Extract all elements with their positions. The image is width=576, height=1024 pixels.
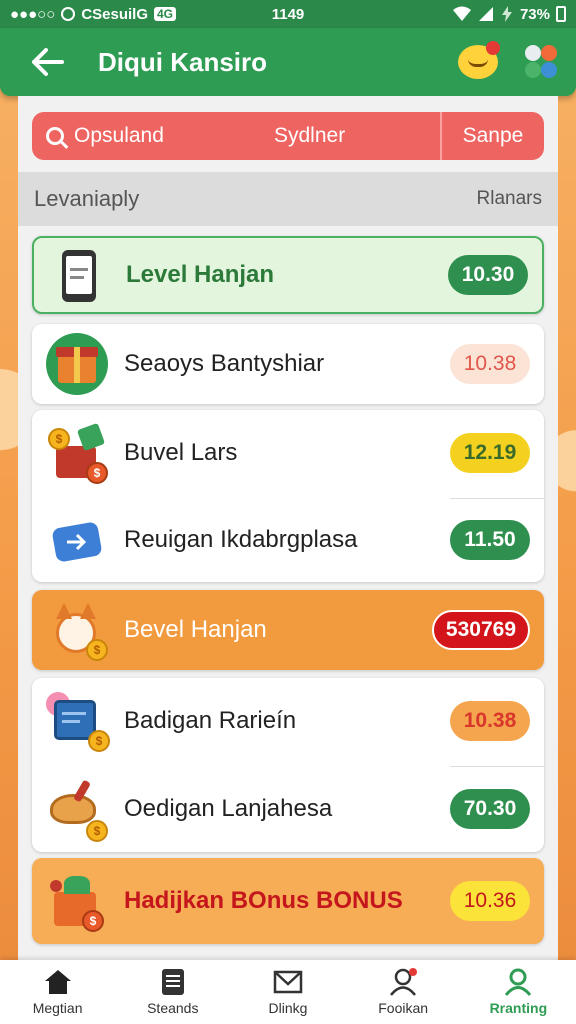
signal-dots: ●●●○○ — [10, 5, 56, 23]
filter-middle-label: Sydlner — [274, 124, 346, 147]
filter-right-label: Sanpe — [462, 124, 524, 147]
network-badge: 4G — [154, 7, 177, 21]
profile-icon — [505, 968, 532, 996]
user-icon — [390, 968, 418, 996]
nav-label: Dlinkg — [268, 1000, 308, 1016]
flower-menu-icon[interactable] — [524, 45, 558, 79]
nav-label: Steands — [147, 1000, 199, 1016]
row-name: Badigan Rarieín — [124, 707, 297, 734]
list-header-right[interactable]: Rlanars — [477, 188, 542, 210]
list-header: Levaniaply Rlanars — [18, 172, 558, 226]
phone-icon — [48, 244, 110, 306]
row-value-badge: 10.30 — [448, 255, 528, 295]
carrier-name: CSesuilG — [81, 5, 148, 23]
home-icon — [44, 970, 71, 994]
row-value-badge: 12.19 — [450, 433, 530, 473]
row-name: Reuigan Ikdabrgplasa — [124, 526, 358, 553]
list-item[interactable]: $ $ Buvel Lars 12.19 — [32, 414, 544, 492]
nav-item-list[interactable]: Steands — [118, 968, 228, 1016]
nav-label: Fooikan — [378, 1000, 429, 1016]
list-item[interactable]: Reuigan Ikdabrgplasa 11.50 — [32, 500, 544, 580]
row-name: Level Hanjan — [126, 261, 275, 288]
status-bar: ●●●○○ CSesuilG 4G 1149 73% — [0, 0, 576, 28]
nav-label: Rranting — [489, 1000, 548, 1016]
bonus-gift-icon: $ — [46, 870, 108, 932]
row-name: Bevel Hanjan — [124, 616, 267, 643]
nav-item-mail[interactable]: Dlinkg — [233, 968, 343, 1016]
pie-coin-icon: $ — [46, 778, 108, 842]
app-title: Diqui Kansiro — [98, 46, 268, 77]
row-value-badge: 70.30 — [450, 789, 530, 829]
row-value-badge: 11.50 — [450, 520, 530, 560]
filter-middle[interactable]: Sydlner — [242, 112, 442, 160]
row-name: Oedigan Lanjahesa — [124, 795, 333, 822]
row-divider — [450, 766, 544, 767]
list-item[interactable]: $ Badigan Rarieín 10.38 — [32, 680, 544, 762]
search-icon — [46, 127, 64, 145]
coin-gift-icon: $ $ — [46, 422, 108, 484]
mail-icon — [273, 970, 303, 994]
list-icon — [161, 969, 184, 995]
tablet-coin-icon: $ — [46, 690, 110, 752]
nav-item-profile[interactable]: Rranting — [463, 968, 573, 1016]
row-value-badge: 10.36 — [450, 881, 530, 921]
battery-icon — [556, 6, 566, 22]
row-value-badge: 530769 — [431, 610, 530, 650]
app-bar: Diqui Kansiro — [0, 28, 576, 96]
arrow-tile-icon — [46, 509, 108, 571]
row-name: Seaoys Bantyshiar — [124, 350, 325, 377]
row-name: Buvel Lars — [124, 439, 238, 466]
row-value-badge: 10.38 — [450, 701, 530, 741]
filter-right[interactable]: Sanpe — [442, 112, 544, 160]
cell-signal-icon — [478, 7, 493, 21]
bottom-nav: Megtian Steands Dlinkg Fooikan Rranting — [0, 960, 576, 1024]
carrier-icon — [61, 7, 76, 21]
list-item[interactable]: $ Oedigan Lanjahesa 70.30 — [32, 768, 544, 850]
list-item[interactable]: Seaoys Bantyshiar 10.38 — [32, 324, 544, 404]
nav-item-home[interactable]: Megtian — [3, 968, 113, 1016]
nav-label: Megtian — [32, 1000, 83, 1016]
row-value-badge: 10.38 — [450, 344, 530, 384]
status-time: 1149 — [271, 5, 305, 23]
list-header-left: Levaniaply — [34, 186, 140, 211]
wifi-icon — [452, 6, 471, 21]
back-arrow-icon[interactable] — [18, 47, 78, 77]
filter-search[interactable]: Opsuland — [32, 112, 242, 160]
battery-percent: 73% — [519, 5, 550, 23]
row-divider — [450, 498, 544, 499]
filter-search-label: Opsuland — [74, 124, 164, 147]
list-item[interactable]: $ Bevel Hanjan 530769 — [32, 590, 544, 670]
chat-notification-icon[interactable] — [458, 41, 500, 79]
list-item[interactable]: $ Hadijkan BOnus BONUS 10.36 — [32, 858, 544, 944]
filter-bar: Opsuland Sydlner Sanpe — [32, 112, 544, 160]
fox-mascot-icon: $ — [46, 599, 108, 661]
charging-icon — [501, 6, 512, 22]
row-name: Hadijkan BOnus BONUS — [124, 887, 403, 914]
nav-item-user[interactable]: Fooikan — [348, 968, 458, 1016]
gift-box-icon — [46, 333, 108, 395]
list-item[interactable]: Level Hanjan 10.30 — [32, 236, 544, 314]
